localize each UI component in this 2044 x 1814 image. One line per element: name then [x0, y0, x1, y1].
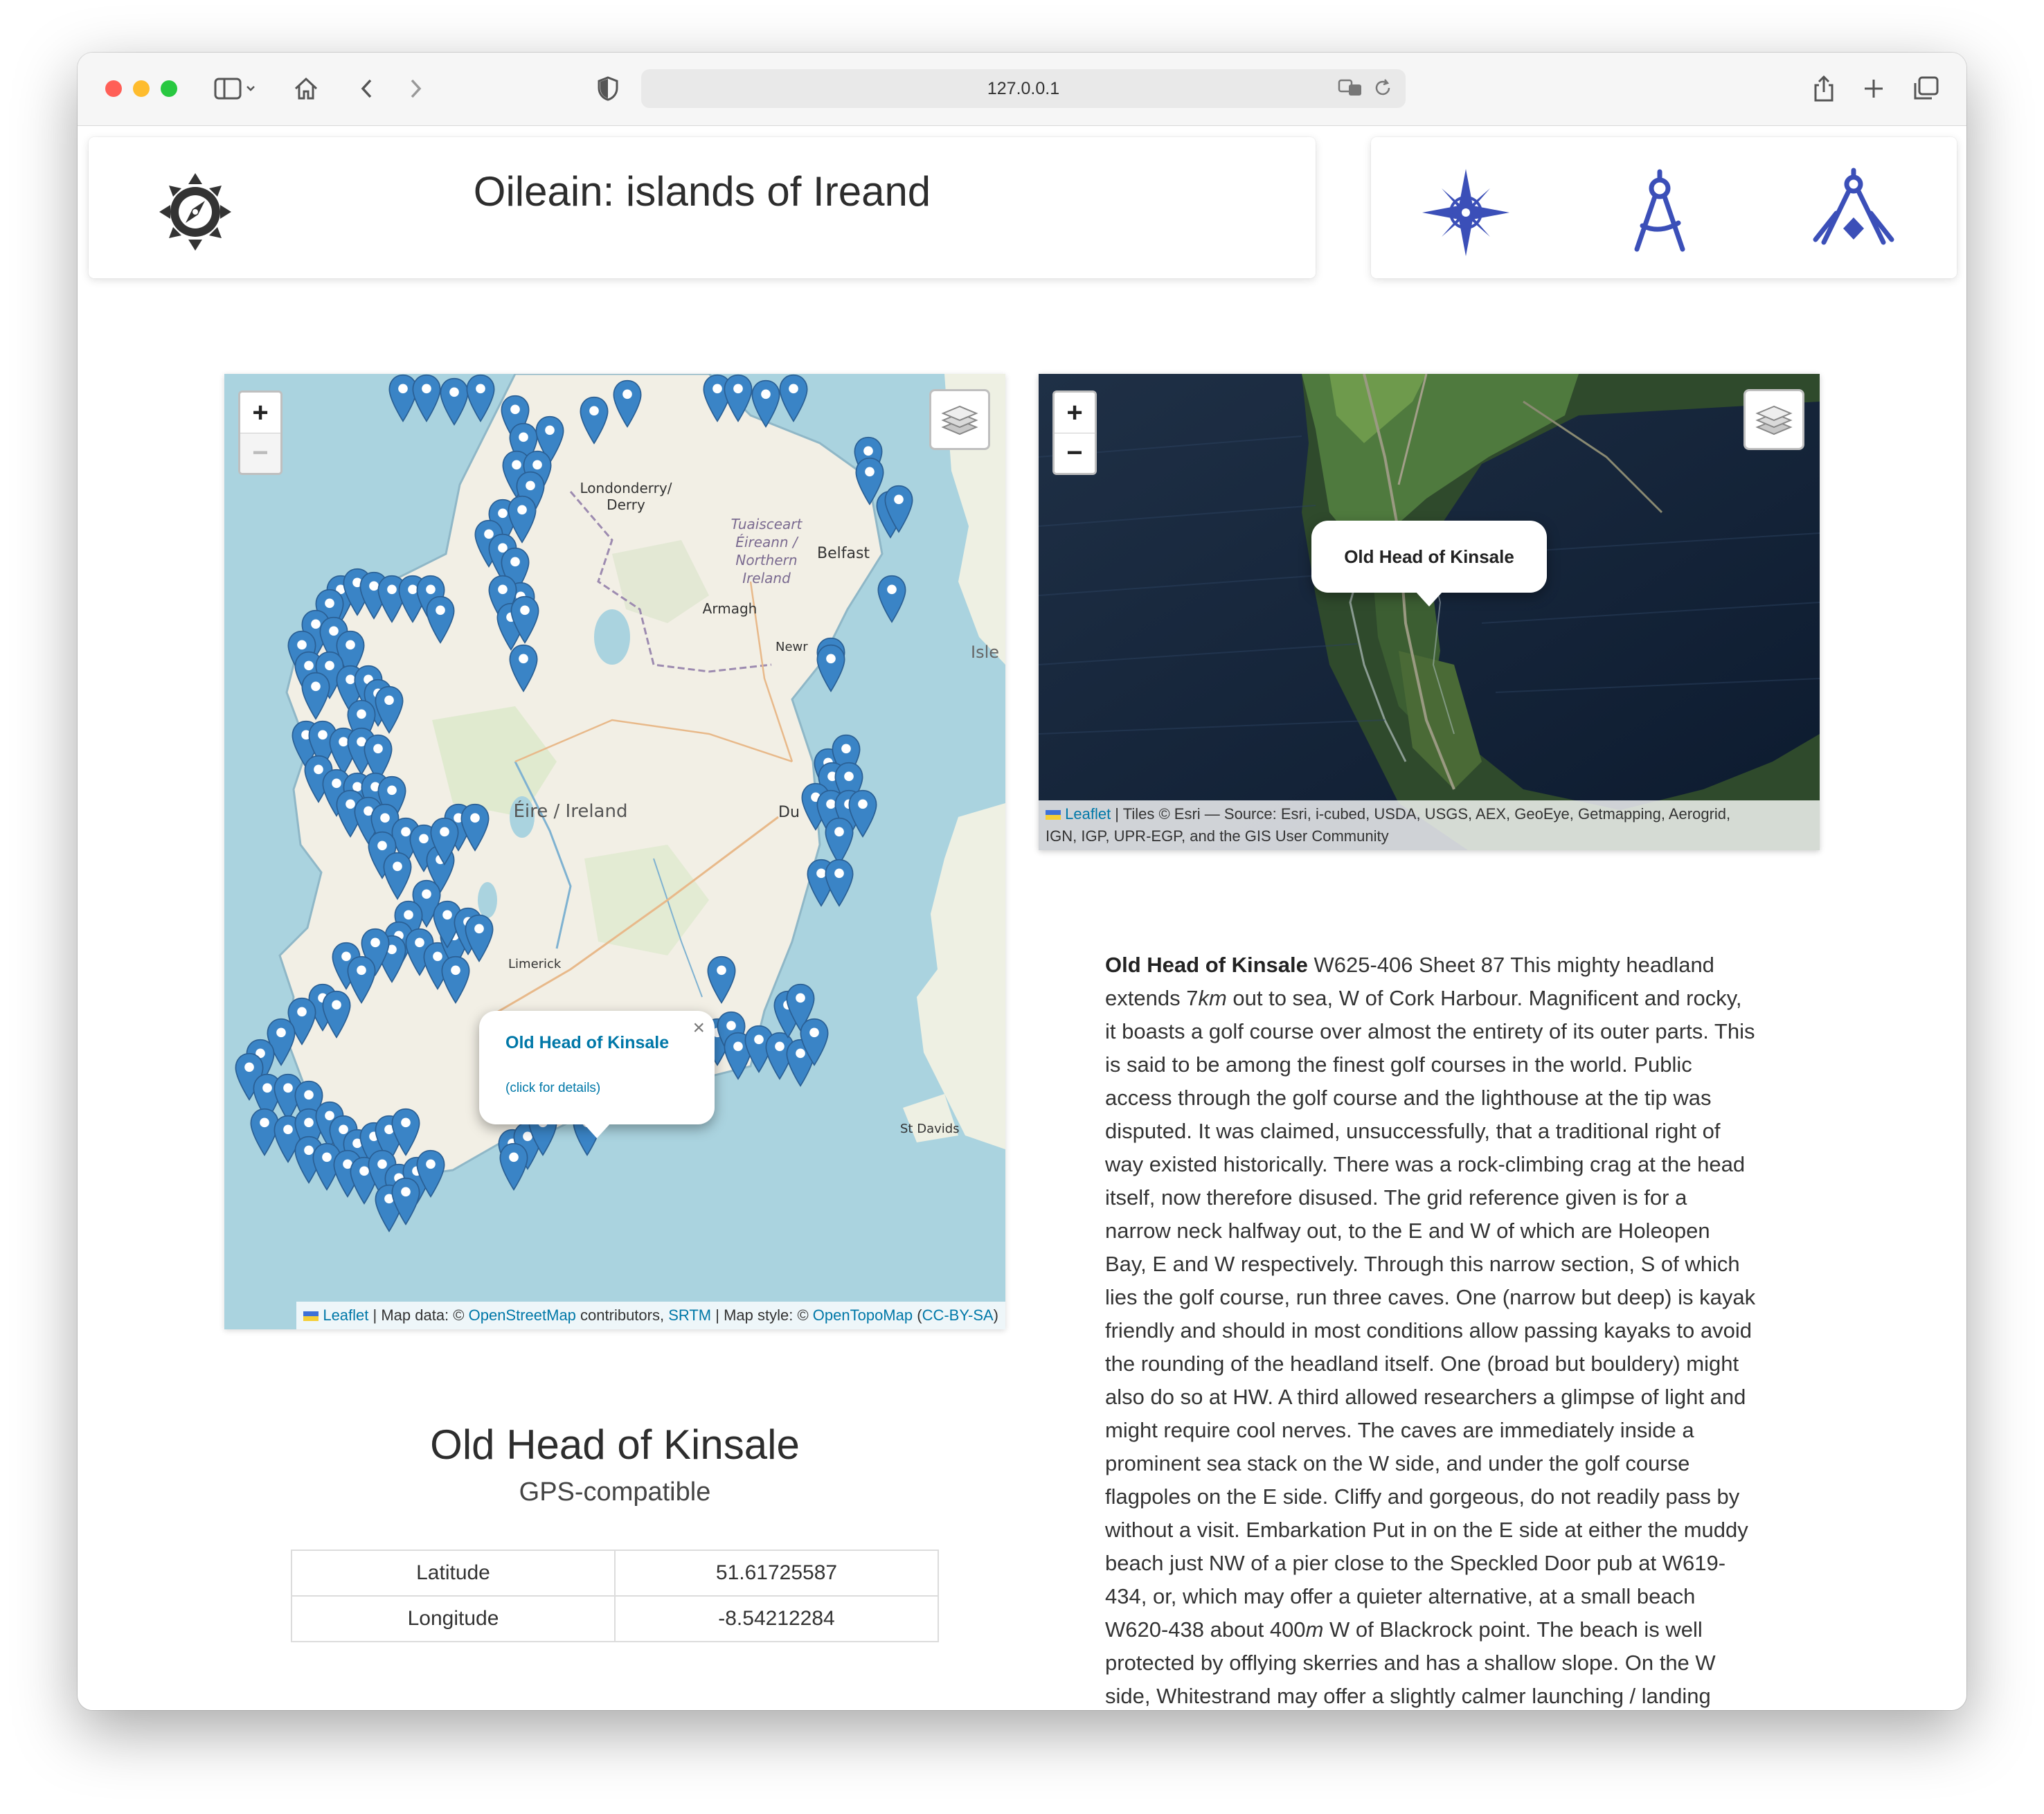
latitude-label: Latitude: [291, 1550, 616, 1597]
new-tab-icon[interactable]: [1857, 72, 1890, 105]
opentopomap-link[interactable]: OpenTopoMap: [813, 1306, 913, 1324]
osm-link[interactable]: OpenStreetMap: [469, 1306, 576, 1324]
popup-title-link[interactable]: Old Head of Kinsale: [505, 1033, 669, 1052]
satellite-tiles: [1039, 374, 1820, 850]
attribution-text-line2: IGN, IGP, UPR-EGP, and the GIS User Comm…: [1046, 827, 1389, 845]
zoom-control: + −: [238, 390, 283, 475]
reload-icon[interactable]: [1372, 78, 1393, 103]
tab-overview-icon[interactable]: [1910, 72, 1943, 105]
zoom-in-button[interactable]: +: [1055, 393, 1095, 433]
location-title: Old Head of Kinsale: [430, 1421, 800, 1468]
cc-by-sa-link[interactable]: CC-BY-SA: [922, 1306, 994, 1324]
island-description: Old Head of Kinsale W625-406 Sheet 87 Th…: [1105, 949, 1756, 1710]
attribution-text-4: (: [913, 1306, 922, 1324]
attribution-text-3: | Map style: ©: [711, 1306, 813, 1324]
browser-toolbar: 127.0.0.1: [78, 53, 1966, 126]
map-attribution: Leaflet | Tiles © Esri — Source: Esri, i…: [1039, 800, 1820, 850]
forward-icon[interactable]: [399, 72, 432, 105]
compass-square-icon[interactable]: [1809, 168, 1899, 258]
zoom-control-satellite: + −: [1052, 390, 1097, 475]
label-ni-1: Tuaisceart: [731, 516, 803, 532]
unit-km: km: [1198, 986, 1227, 1010]
layers-button[interactable]: [929, 389, 990, 450]
home-icon[interactable]: [289, 72, 323, 105]
label-isle: Isle: [971, 643, 999, 662]
popup-close-button[interactable]: ×: [692, 1016, 705, 1040]
ukraine-flag-icon: [1046, 810, 1061, 820]
layers-icon: [1755, 405, 1793, 435]
label-belfast: Belfast: [817, 545, 870, 562]
label-ni-2: Éireann /: [735, 534, 799, 550]
leaflet-link[interactable]: Leaflet: [1065, 805, 1111, 823]
satellite-detail-map[interactable]: + − Old Head of Kinsale Leaflet | Tiles …: [1039, 374, 1820, 850]
label-dublin: Du: [778, 804, 800, 821]
table-row: Latitude 51.61725587: [291, 1550, 939, 1597]
attribution-text-2: contributors,: [575, 1306, 669, 1324]
label-derry: Londonderry/: [580, 480, 672, 496]
layers-button[interactable]: [1743, 389, 1804, 450]
description-title: Old Head of Kinsale: [1105, 953, 1308, 977]
topo-map-tiles: Londonderry/ Derry Belfast Tuaisceart Éi…: [224, 374, 1005, 1329]
marker-popup[interactable]: × Old Head of Kinsale (click for details…: [479, 1011, 715, 1138]
attribution-text-1: | Map data: ©: [368, 1306, 469, 1324]
coordinates-table: Latitude 51.61725587 Longitude -8.542122…: [291, 1550, 939, 1642]
description-text-2: out to sea, W of Cork Harbour. Magnifice…: [1105, 986, 1756, 1642]
map-attribution: Leaflet | Map data: © OpenStreetMap cont…: [296, 1302, 1005, 1329]
zoom-out-button[interactable]: −: [1055, 433, 1095, 473]
label-limerick: Limerick: [508, 957, 562, 971]
url-text: 127.0.0.1: [987, 78, 1060, 98]
maximize-window-button[interactable]: [161, 80, 177, 97]
minimize-window-button[interactable]: [133, 80, 150, 97]
zoom-out-button[interactable]: −: [240, 433, 280, 473]
close-window-button[interactable]: [105, 80, 122, 97]
latitude-value: 51.61725587: [614, 1550, 939, 1597]
ukraine-flag-icon: [303, 1311, 319, 1321]
translate-icon[interactable]: [1338, 78, 1364, 103]
longitude-value: -8.54212284: [614, 1595, 939, 1642]
table-row: Longitude -8.54212284: [291, 1595, 939, 1642]
share-icon[interactable]: [1807, 72, 1840, 105]
browser-window: 127.0.0.1 Oileain: islands of Ireand Lon…: [78, 53, 1966, 1710]
longitude-label: Longitude: [291, 1595, 616, 1642]
sidebar-icon[interactable]: [210, 72, 259, 105]
page-title: Oileain: islands of Ireand: [473, 168, 931, 215]
label-ireland: Éire / Ireland: [514, 800, 628, 822]
srtm-link[interactable]: SRTM: [668, 1306, 711, 1324]
satellite-popup: Old Head of Kinsale: [1311, 521, 1547, 607]
attribution-text-line1: | Tiles © Esri — Source: Esri, i-cubed, …: [1111, 805, 1731, 823]
popup-details-link[interactable]: (click for details): [505, 1081, 600, 1095]
tools-card: [1371, 137, 1957, 278]
drafting-compass-icon[interactable]: [1615, 168, 1705, 258]
unit-m: m: [1305, 1617, 1324, 1642]
label-ni-3: Northern: [735, 552, 797, 568]
page-content: Oileain: islands of Ireand Londonderry/ …: [78, 126, 1966, 1710]
shield-icon[interactable]: [591, 72, 625, 105]
compass-rose-icon[interactable]: [1421, 168, 1511, 258]
island-overview-map[interactable]: Londonderry/ Derry Belfast Tuaisceart Éi…: [224, 374, 1005, 1329]
header-card: Oileain: islands of Ireand: [89, 137, 1316, 278]
layers-icon: [941, 405, 978, 435]
popup-title: Old Head of Kinsale: [1344, 546, 1514, 567]
leaflet-link[interactable]: Leaflet: [323, 1306, 368, 1324]
address-bar[interactable]: 127.0.0.1: [641, 69, 1406, 108]
location-subtitle: GPS-compatible: [519, 1478, 711, 1507]
label-newry: Newr: [776, 640, 808, 654]
label-derry-2: Derry: [607, 496, 645, 513]
label-ni-4: Ireland: [742, 570, 791, 586]
back-icon[interactable]: [350, 72, 384, 105]
attribution-text-5: ): [993, 1306, 998, 1324]
zoom-in-button[interactable]: +: [240, 393, 280, 433]
label-armagh: Armagh: [703, 600, 757, 617]
label-st-davids: St Davids: [900, 1122, 960, 1136]
